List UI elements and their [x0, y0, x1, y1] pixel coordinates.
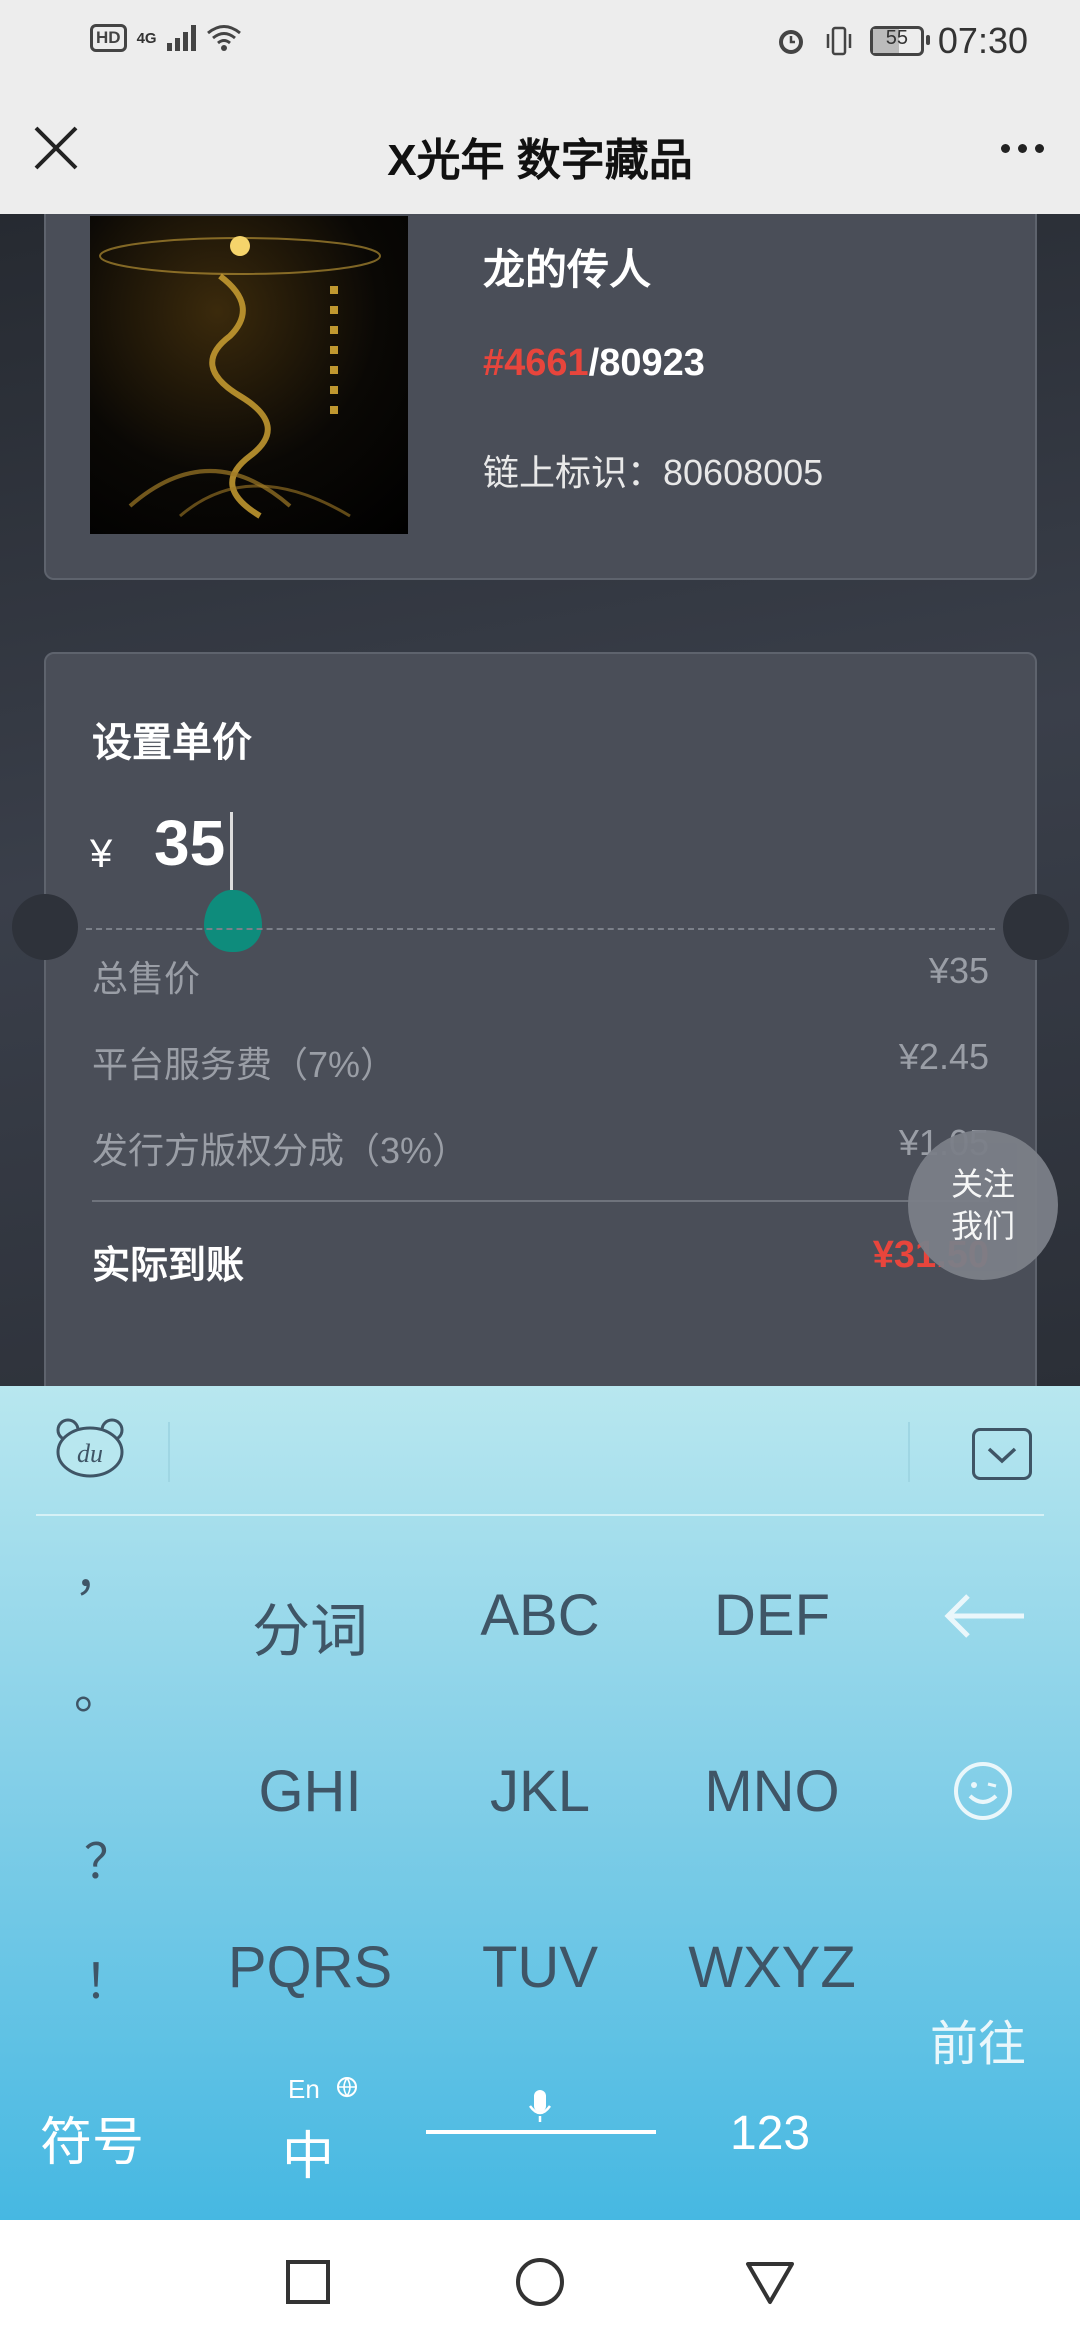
card-notch-left — [12, 894, 78, 960]
globe-icon — [337, 2077, 357, 2098]
key-mno[interactable]: MNO — [692, 1758, 852, 1825]
dragon-artwork-icon — [99, 236, 381, 519]
chain-id: 链上标识：80608005 — [483, 452, 824, 493]
vibrate-icon — [826, 26, 852, 56]
toolbar-divider — [36, 1514, 1044, 1516]
nft-serial: #4661/80923 — [483, 342, 705, 385]
punct-exclaim-key[interactable]: ！ — [84, 1942, 132, 2012]
cursor-handle[interactable] — [204, 890, 262, 952]
toolbar-separator — [908, 1422, 910, 1482]
price-label: 设置单价 — [92, 721, 252, 765]
status-bar: HD 4G 55 07:30 — [0, 0, 1080, 88]
total-price-label: 总售价 — [92, 958, 201, 999]
price-card: 设置单价 ¥ 35 总售价 ¥35 平台服务费（7%） ¥2.45 发行方版权分… — [12, 652, 1069, 1386]
home-icon[interactable] — [510, 2252, 570, 2312]
emoji-icon[interactable] — [952, 1760, 1014, 1822]
ime-keyboard: du ， 。 ？ ！ 分词 ABC DEF GHI JKL MNO PQRS T… — [0, 1386, 1080, 2220]
page-title: X光年 数字藏品 — [387, 136, 693, 185]
enter-go-key[interactable]: 前往 — [930, 2004, 1026, 2074]
dashed-divider — [86, 928, 995, 930]
royalty-row: 发行方版权分成（3%） ¥1.05 — [92, 1122, 989, 1174]
collapse-keyboard-button[interactable] — [972, 1428, 1032, 1480]
service-fee-label: 平台服务费（7%） — [92, 1044, 397, 1085]
signal-icon — [166, 25, 196, 51]
title-bar: X光年 数字藏品 — [0, 88, 1080, 214]
nft-image — [90, 216, 408, 534]
more-icon[interactable] — [990, 118, 1054, 178]
price-input[interactable]: 35 — [154, 806, 225, 880]
symbols-key[interactable]: 符号 — [40, 2100, 144, 2175]
serial-total: /80923 — [588, 342, 705, 384]
clock: 07:30 — [937, 20, 1028, 61]
nft-name: 龙的传人 — [483, 246, 652, 293]
card-notch-right — [1003, 894, 1069, 960]
punct-comma-key[interactable]: ， — [74, 1534, 122, 1604]
backspace-icon[interactable] — [940, 1586, 1030, 1646]
back-icon[interactable] — [740, 2252, 800, 2312]
key-ghi[interactable]: GHI — [230, 1758, 390, 1825]
total-price-row: 总售价 ¥35 — [92, 950, 989, 1002]
lang-en-label: En — [288, 2074, 320, 2104]
total-price-value: ¥35 — [928, 950, 989, 991]
actual-receive-label: 实际到账 — [92, 1245, 245, 1287]
summary-divider — [92, 1200, 989, 1202]
currency-symbol: ¥ — [90, 832, 113, 876]
punct-period-key[interactable]: 。 — [74, 1652, 122, 1722]
wifi-icon — [206, 25, 241, 51]
hd-icon: HD — [90, 24, 127, 52]
alarm-icon — [778, 30, 803, 54]
key-wxyz[interactable]: WXYZ — [672, 1934, 872, 2001]
service-fee-value: ¥2.45 — [898, 1036, 989, 1077]
punct-question-key[interactable]: ？ — [84, 1822, 132, 1892]
follow-us-button[interactable]: 关注 我们 — [908, 1130, 1058, 1280]
chevron-down-icon — [987, 1447, 1017, 1464]
toolbar-separator — [168, 1422, 170, 1482]
key-jkl[interactable]: JKL — [460, 1758, 620, 1825]
nft-card: 龙的传人 #4661/80923 链上标识：80608005 — [44, 214, 1037, 580]
key-abc[interactable]: ABC — [460, 1582, 620, 1649]
battery-icon: 55 — [869, 26, 930, 56]
key-segment[interactable]: 分词 — [250, 1584, 370, 1668]
text-cursor — [230, 812, 233, 890]
microphone-icon[interactable] — [528, 2088, 552, 2124]
network-type: 4G — [136, 29, 157, 47]
key-tuv[interactable]: TUV — [460, 1934, 620, 2001]
space-bar[interactable] — [426, 2130, 656, 2134]
recent-apps-icon[interactable] — [278, 2252, 338, 2312]
system-nav-bar — [0, 2220, 1080, 2340]
key-pqrs[interactable]: PQRS — [220, 1934, 400, 2001]
service-fee-row: 平台服务费（7%） ¥2.45 — [92, 1036, 989, 1088]
royalty-label: 发行方版权分成（3%） — [92, 1130, 469, 1171]
svg-text:du: du — [77, 1439, 103, 1468]
lang-switch-key[interactable]: 中 — [282, 2114, 334, 2189]
key-def[interactable]: DEF — [692, 1582, 852, 1649]
baidu-ime-logo-icon[interactable]: du — [54, 1416, 126, 1478]
serial-current: #4661 — [483, 342, 589, 384]
numbers-key[interactable]: 123 — [730, 2106, 810, 2161]
